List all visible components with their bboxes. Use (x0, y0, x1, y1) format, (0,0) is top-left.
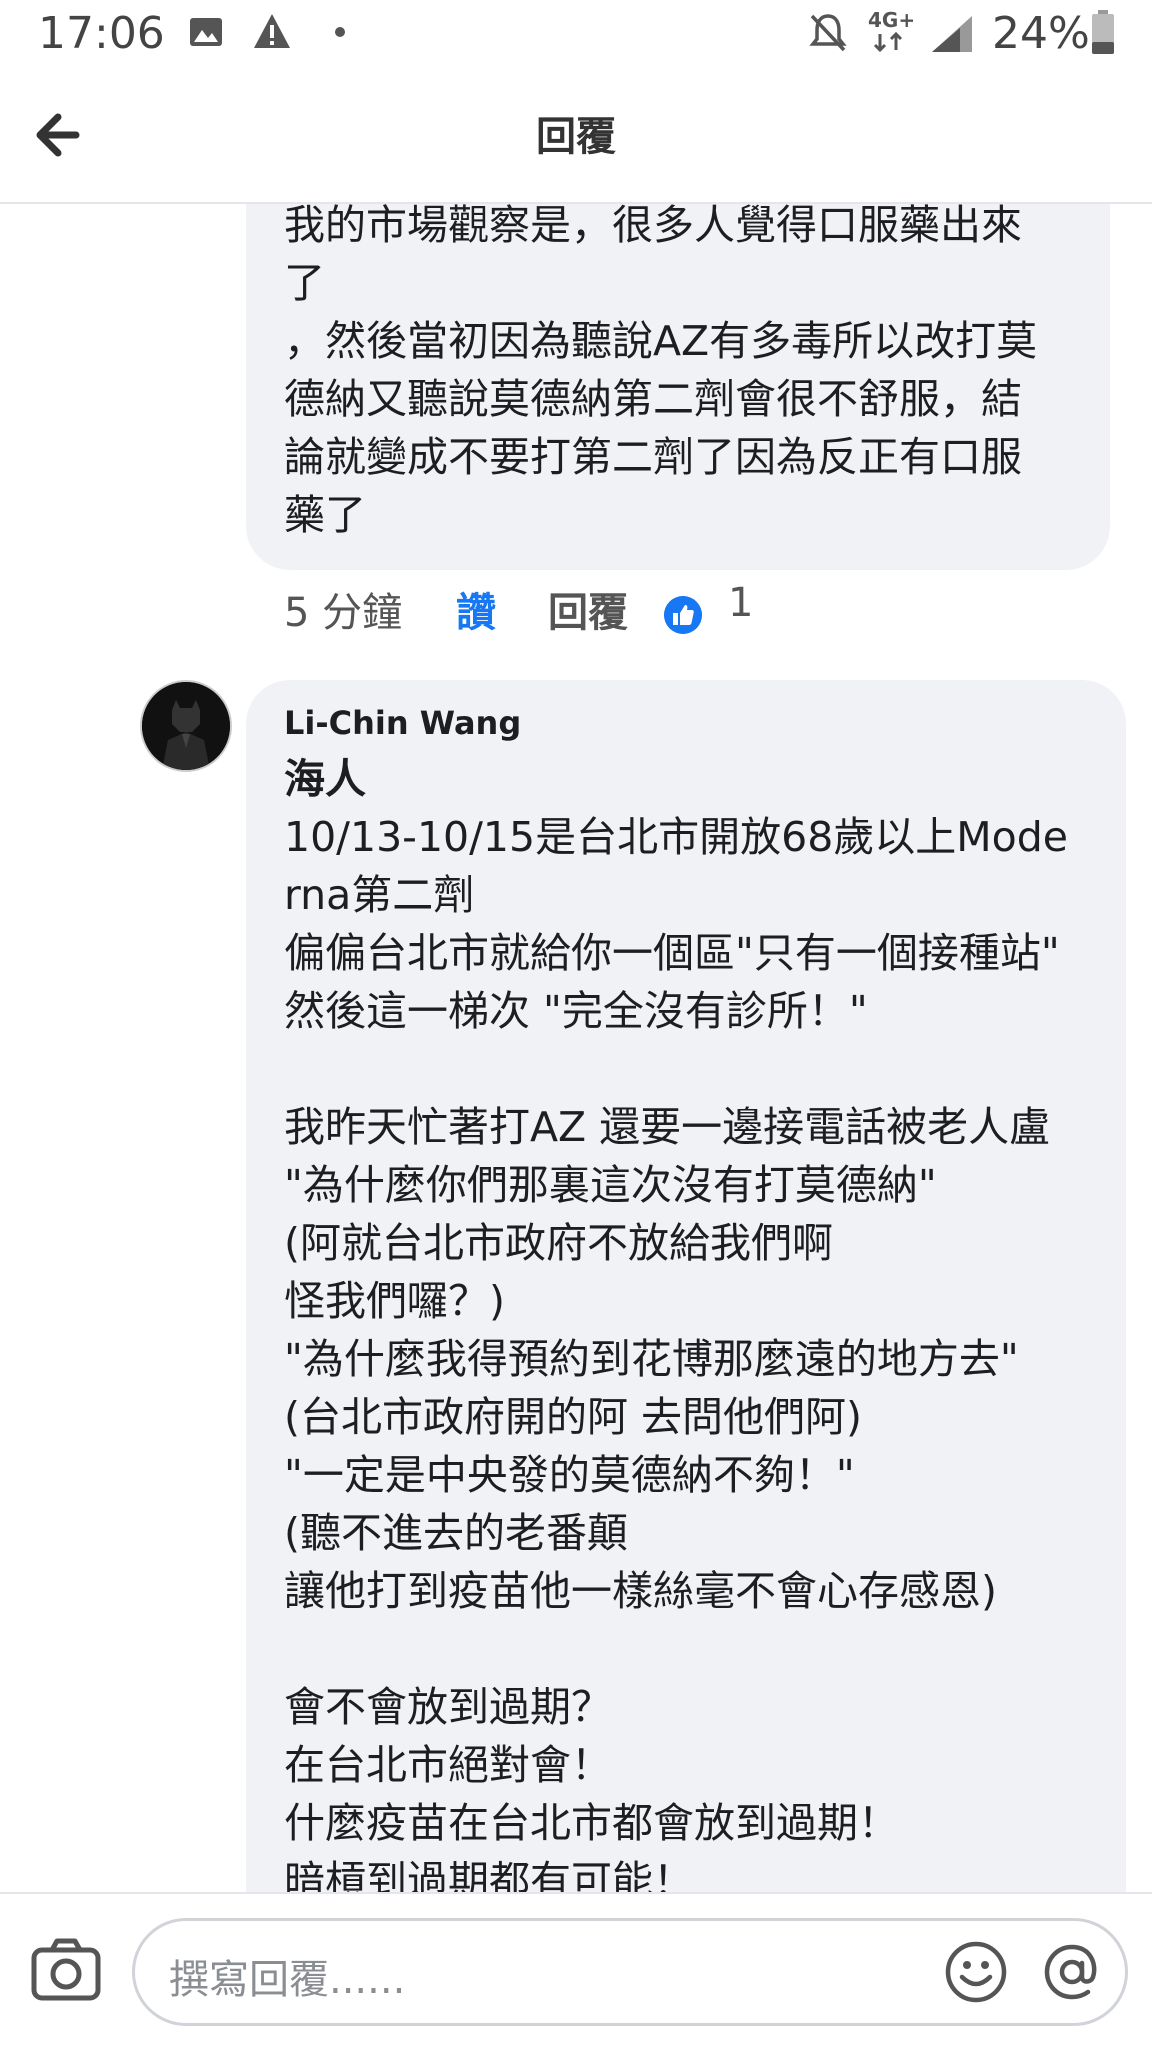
comment-text: 我的市場觀察是，很多人覺得口服藥出來 了 ，然後當初因為聽說AZ有多毒所以改打莫… (284, 202, 1038, 539)
comment-lead: 海人 (284, 755, 366, 803)
image-icon (190, 18, 222, 46)
reply-composer: 撰寫回覆...... (0, 1892, 1152, 2050)
status-bar: 17:06 4G+ 24% (0, 0, 1152, 70)
reply-input[interactable]: 撰寫回覆...... (132, 1918, 1128, 2026)
avatar[interactable] (140, 680, 232, 772)
comment-body: 海人 10/13-10/15是台北市開放68歲以上Mode rna第二劑 偏偏台… (284, 750, 1124, 1892)
thumbs-up-icon (664, 596, 702, 634)
camera-icon[interactable] (30, 1934, 102, 2006)
battery-icon (1092, 10, 1114, 54)
warning-icon (254, 14, 290, 48)
reaction-count: 1 (728, 580, 754, 626)
comment-author[interactable]: Li-Chin Wang (284, 704, 521, 742)
data-arrows-icon (873, 31, 903, 52)
page-title: 回覆 (536, 114, 616, 160)
reply-placeholder: 撰寫回覆...... (169, 1957, 406, 2003)
avatar-image (142, 682, 230, 770)
muted-bell-icon (809, 14, 847, 52)
at-sign-icon[interactable] (1039, 1939, 1105, 2005)
comment-timestamp: 5 分鐘 (284, 590, 403, 636)
dot-icon (335, 27, 345, 37)
battery-percent: 24% (992, 8, 1090, 59)
comment-text: 10/13-10/15是台北市開放68歲以上Mode rna第二劑 偏偏台北市就… (284, 813, 1068, 1892)
like-button[interactable]: 讚 (456, 580, 496, 638)
reply-button[interactable]: 回覆 (548, 580, 628, 638)
header: 回覆 (0, 70, 1152, 204)
network-type: 4G+ (868, 8, 916, 32)
emoji-icon[interactable] (943, 1939, 1009, 2005)
comment-thread[interactable]: 我的市場觀察是，很多人覺得口服藥出來 了 ，然後當初因為聽說AZ有多毒所以改打莫… (0, 202, 1152, 1892)
signal-icon (932, 16, 972, 52)
status-time: 17:06 (38, 8, 165, 59)
